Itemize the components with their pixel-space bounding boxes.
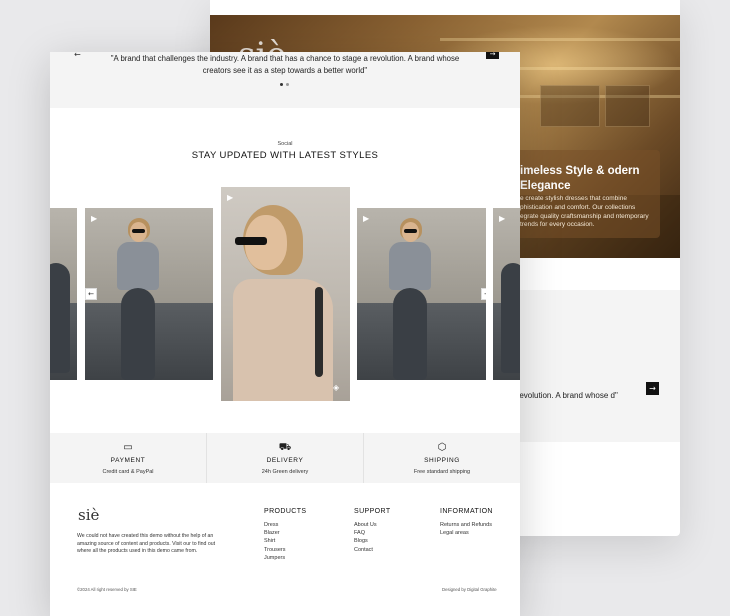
feature-subtitle: 24h Green delivery	[261, 468, 309, 475]
social-title: STAY UPDATED WITH LATEST STYLES	[191, 150, 379, 161]
feature-subtitle: Credit card & PayPal	[102, 468, 154, 475]
testimonial-dots	[280, 83, 289, 86]
social-video-1[interactable]	[50, 208, 77, 380]
footer-products: PRODUCTS Dress Blazer Shirt Trousers Jum…	[264, 508, 306, 562]
feature-payment: ▭ PAYMENT Credit card & PayPal	[50, 433, 207, 483]
play-icon: ▶	[363, 214, 370, 223]
footer-heading: INFORMATION	[440, 508, 493, 515]
footer-link[interactable]: About Us	[354, 521, 391, 529]
testimonial-prev-button[interactable]: ←	[74, 52, 81, 59]
credit-card-icon: ▭	[123, 441, 133, 453]
social-label: Social	[277, 141, 293, 147]
footer-information: INFORMATION Returns and Refunds Legal ar…	[440, 508, 493, 537]
truck-icon: ⛟	[278, 441, 292, 453]
social-video-featured[interactable]: ▶ ◈	[221, 187, 350, 401]
footer-designed-by[interactable]: Designed by Digital Graphite	[442, 587, 497, 592]
back-next-button[interactable]: →	[646, 382, 659, 395]
social-video-5[interactable]: ▶	[493, 208, 520, 380]
dot[interactable]	[286, 83, 289, 86]
testimonial-section: ← "A brand that challenges the industry.…	[50, 52, 520, 108]
feature-delivery: ⛟ DELIVERY 24h Green delivery	[207, 433, 364, 483]
feature-title: PAYMENT	[110, 456, 146, 464]
testimonial-next-button[interactable]: →	[486, 52, 499, 59]
footer-heading: PRODUCTS	[264, 508, 307, 515]
feature-subtitle: Free standard shipping	[413, 468, 471, 475]
feature-title: SHIPPING	[424, 456, 460, 464]
footer-support: SUPPORT About Us FAQ Blogs Contact	[354, 508, 391, 554]
footer-link[interactable]: Shirt	[264, 537, 306, 545]
footer: siè We could not have created this demo …	[50, 483, 520, 616]
footer-link[interactable]: Trousers	[264, 546, 306, 554]
carousel-prev-button[interactable]: ←	[85, 288, 97, 300]
hero-title: imeless Style & odern Elegance	[520, 165, 640, 192]
footer-link[interactable]: Blogs	[354, 537, 391, 545]
social-video-4[interactable]: ▶ →	[357, 208, 486, 380]
footer-link[interactable]: Returns and Refunds	[440, 521, 493, 529]
dot-active[interactable]	[280, 83, 283, 86]
play-icon: ▶	[499, 214, 506, 223]
box-icon: ⬡	[437, 441, 447, 453]
hero-description: e create stylish dresses that combine ph…	[520, 195, 649, 229]
play-icon: ▶	[91, 214, 98, 223]
footer-link[interactable]: Dress	[264, 521, 306, 529]
front-page-preview: ← "A brand that challenges the industry.…	[50, 52, 520, 616]
footer-heading: SUPPORT	[354, 508, 391, 515]
footer-about: We could not have created this demo with…	[77, 533, 216, 554]
footer-link[interactable]: Jumpers	[264, 554, 306, 562]
footer-link[interactable]: FAQ	[354, 529, 391, 537]
footer-copyright: ©2024 All right reserved by SIE	[77, 587, 137, 592]
footer-link[interactable]: Legal areas	[440, 529, 493, 537]
social-video-2[interactable]: ▶ ←	[85, 208, 213, 380]
feature-shipping: ⬡ SHIPPING Free standard shipping	[364, 433, 520, 483]
feature-title: DELIVERY	[266, 456, 304, 464]
features-bar: ▭ PAYMENT Credit card & PayPal ⛟ DELIVER…	[50, 433, 520, 483]
testimonial-quote: "A brand that challenges the industry. A…	[110, 54, 460, 75]
footer-logo[interactable]: siè	[78, 506, 99, 524]
carousel-next-button[interactable]: →	[481, 288, 486, 300]
back-quote-text: a revolution. A brand whose d"	[510, 391, 618, 400]
mute-icon[interactable]: ◈	[333, 383, 339, 392]
play-icon: ▶	[227, 193, 234, 202]
footer-link[interactable]: Contact	[354, 546, 391, 554]
footer-link[interactable]: Blazer	[264, 529, 306, 537]
